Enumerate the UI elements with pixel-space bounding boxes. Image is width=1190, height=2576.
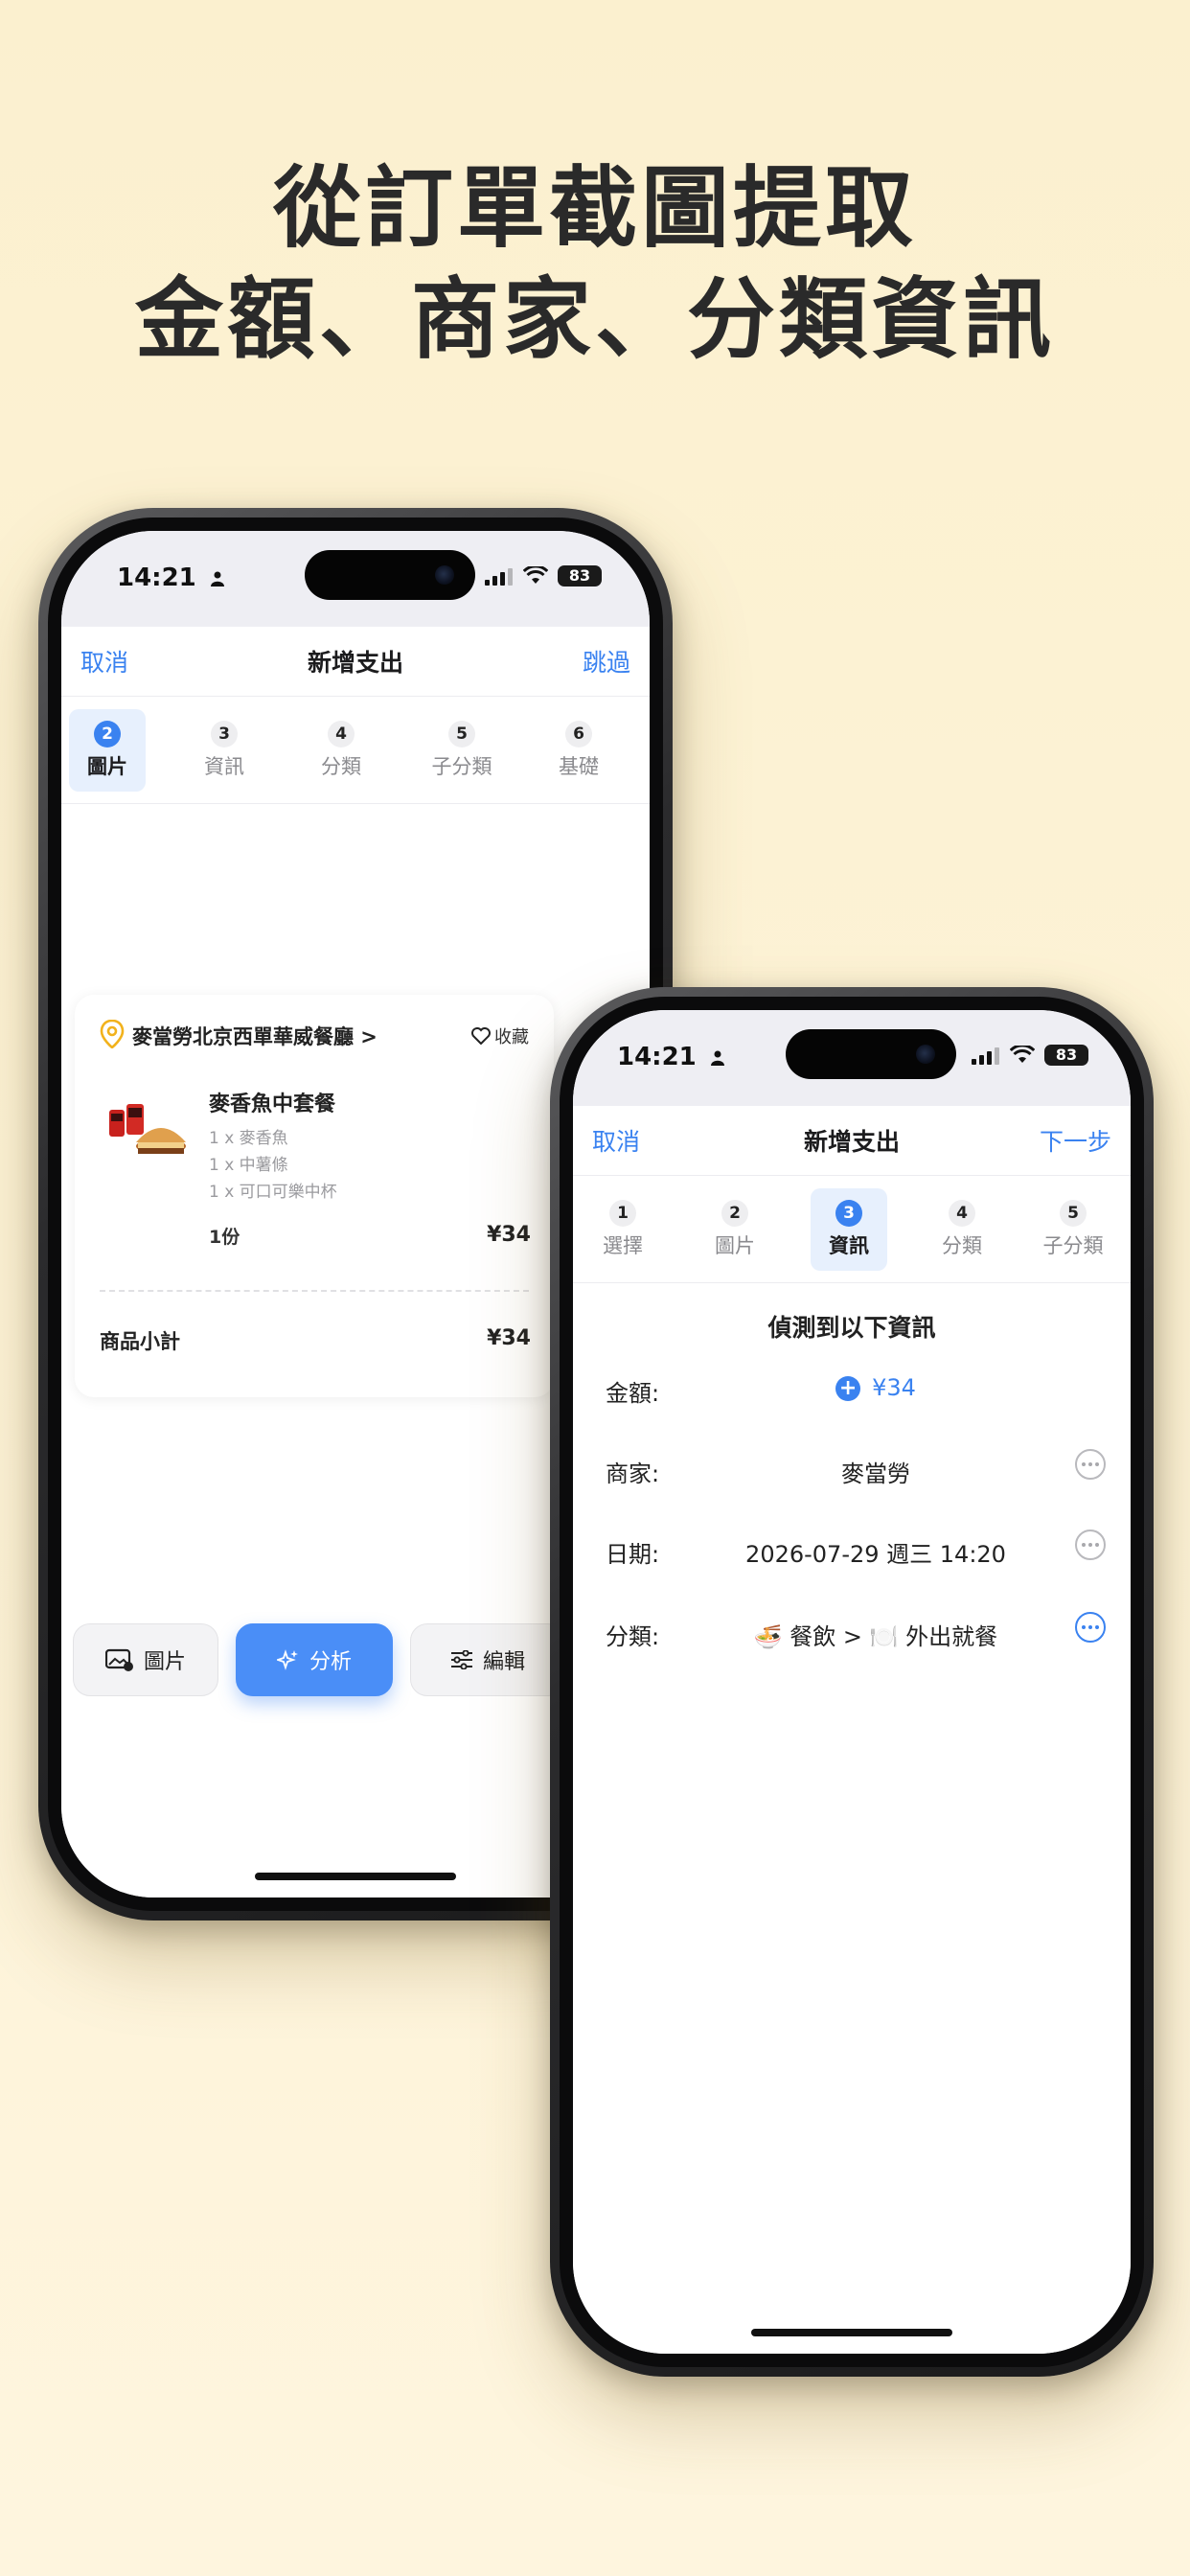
step-5-subcategory[interactable]: 5 子分類 (423, 709, 500, 792)
meal-item: 1 x 中薯條 (209, 1156, 288, 1175)
amount-row: 金額: + ¥34 (573, 1374, 1131, 1413)
date-label: 日期: (606, 1541, 660, 1568)
person-icon (710, 1050, 724, 1066)
date-value[interactable]: 2026-07-29 週三 14:20 (707, 1535, 1044, 1569)
step-4-category[interactable]: 4 分類 (924, 1188, 1000, 1271)
skip-button[interactable]: 跳過 (583, 644, 630, 678)
image-button[interactable]: 圖片 (73, 1623, 218, 1696)
date-more-button[interactable] (1075, 1530, 1106, 1560)
category-more-button[interactable] (1075, 1612, 1106, 1643)
order-screenshot-preview: 麥當勞北京西單華威餐廳 > 收藏 麥香魚中套餐 1 x 麥香魚 1 x 中薯條 … (75, 995, 554, 1397)
subtotal-label: 商品小計 (100, 1330, 180, 1353)
meal-name: 麥香魚中套餐 (209, 1092, 336, 1116)
date-row: 日期: 2026-07-29 週三 14:20 (573, 1530, 1131, 1574)
step-2-image[interactable]: 2 圖片 (69, 709, 146, 792)
amount-value[interactable]: + ¥34 (707, 1374, 1044, 1401)
headline-line-2: 金額、商家、分類資訊 (134, 268, 1055, 371)
step-5-subcategory[interactable]: 5 子分類 (1035, 1188, 1111, 1271)
amount-label: 金額: (606, 1380, 660, 1407)
favorite-button[interactable]: 收藏 (471, 1024, 529, 1048)
plus-icon: + (835, 1376, 861, 1401)
detected-info-title: 偵測到以下資訊 (767, 1314, 936, 1342)
nav-bar: 取消 新增支出 跳過 (61, 627, 650, 697)
dynamic-island (305, 550, 475, 600)
person-icon (210, 571, 224, 586)
ellipsis-icon (1082, 1462, 1099, 1466)
ellipsis-icon (1082, 1543, 1099, 1547)
dynamic-island (786, 1029, 956, 1079)
home-indicator (255, 1873, 456, 1880)
nav-title: 新增支出 (307, 649, 403, 677)
merchant-label: 商家: (606, 1460, 660, 1487)
signal-icon (485, 568, 513, 586)
merchant-value[interactable]: 麥當勞 (707, 1455, 1044, 1488)
step-indicator: 2 圖片 3 資訊 4 分類 5 子分類 6 基礎 (61, 703, 650, 804)
step-1-select[interactable]: 1 選擇 (584, 1188, 661, 1271)
sliders-icon (450, 1650, 472, 1669)
step-4-category[interactable]: 4 分類 (303, 709, 379, 792)
headline: 從訂單截圖提取 金額、商家、分類資訊 (0, 153, 1190, 376)
phone-mockup-2: 14:21 83 取消 新增支出 下一步 1 選擇 2 圖片 3 資訊 4 分類… (550, 987, 1154, 2377)
step-3-info[interactable]: 3 資訊 (811, 1188, 887, 1271)
edit-button[interactable]: 編輯 (410, 1623, 565, 1696)
photo-icon (104, 1648, 133, 1671)
headline-line-1: 從訂單截圖提取 (272, 157, 917, 260)
step-indicator: 1 選擇 2 圖片 3 資訊 4 分類 5 子分類 (573, 1183, 1131, 1283)
status-time: 14:21 (117, 564, 196, 592)
step-6-basic[interactable]: 6 基礎 (540, 709, 617, 792)
ellipsis-icon (1082, 1625, 1099, 1629)
wifi-icon (523, 566, 548, 584)
battery-indicator: 83 (558, 565, 602, 586)
status-bar: 14:21 83 (573, 1010, 1131, 1106)
merchant-row: 商家: 麥當勞 (573, 1449, 1131, 1493)
divider (100, 1290, 529, 1292)
step-3-info[interactable]: 3 資訊 (186, 709, 263, 792)
meal-item: 1 x 麥香魚 (209, 1129, 288, 1148)
meal-item: 1 x 可口可樂中杯 (209, 1183, 337, 1202)
status-bar: 14:21 83 (61, 531, 650, 627)
phone-2-screen: 14:21 83 取消 新增支出 下一步 1 選擇 2 圖片 3 資訊 4 分類… (573, 1010, 1131, 2354)
meal-image (109, 1104, 186, 1154)
analyze-button[interactable]: 分析 (236, 1623, 393, 1696)
signal-icon (972, 1047, 999, 1065)
category-label: 分類: (606, 1623, 660, 1650)
meal-price: ¥34 (487, 1223, 531, 1247)
wifi-icon (1010, 1046, 1035, 1063)
home-indicator (751, 2329, 952, 2336)
heart-icon (471, 1027, 491, 1046)
subtotal-value: ¥34 (487, 1326, 531, 1350)
category-value[interactable]: 🍜 餐飲 > 🍽️ 外出就餐 (707, 1618, 1044, 1651)
merchant-more-button[interactable] (1075, 1449, 1106, 1480)
nav-bar: 取消 新增支出 下一步 (573, 1106, 1131, 1176)
category-row: 分類: 🍜 餐飲 > 🍽️ 外出就餐 (573, 1612, 1131, 1656)
next-step-button[interactable]: 下一步 (1040, 1123, 1111, 1158)
sparkles-icon (276, 1649, 298, 1670)
location-pin-icon (100, 1020, 125, 1048)
meal-items-list: 1 x 麥香魚 1 x 中薯條 1 x 可口可樂中杯 (209, 1125, 337, 1206)
step-2-image[interactable]: 2 圖片 (697, 1188, 773, 1271)
battery-indicator: 83 (1044, 1045, 1088, 1066)
store-name[interactable]: 麥當勞北京西單華威餐廳 > (132, 1022, 378, 1050)
quantity: 1份 (209, 1227, 240, 1248)
status-time: 14:21 (617, 1043, 697, 1071)
add-expense-sheet: 取消 新增支出 下一步 1 選擇 2 圖片 3 資訊 4 分類 5 子分類 偵測… (573, 1106, 1131, 2354)
